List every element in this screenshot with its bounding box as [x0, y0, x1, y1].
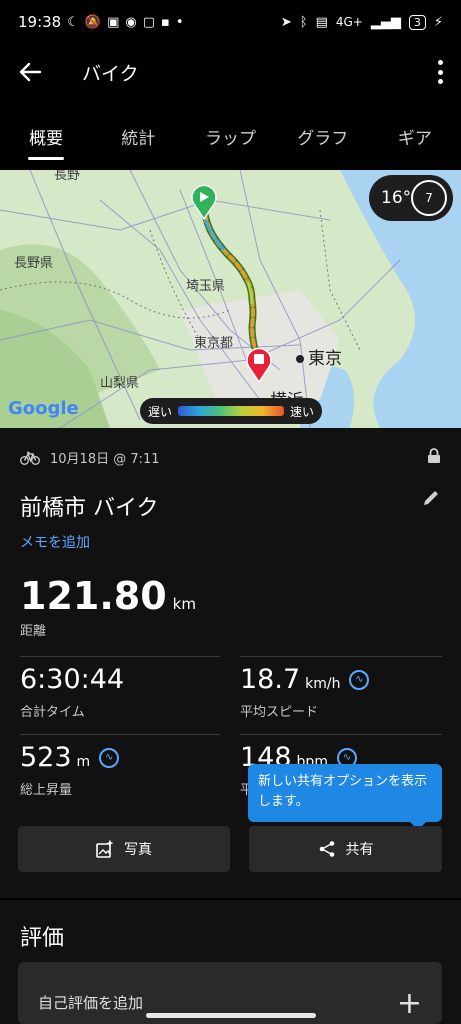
line-icon: ◉ — [125, 14, 137, 30]
more-dot-icon — [437, 79, 443, 84]
divider — [240, 734, 442, 735]
activity-date-row: 10月18日 @ 7:11 — [20, 448, 160, 467]
elevation-gain-value: 523 — [20, 742, 72, 773]
add-self-rating-label: 自己評価を追加 — [38, 994, 144, 1012]
total-time-label: 合計タイム — [20, 705, 85, 720]
tab-stats[interactable]: 統計 — [92, 108, 184, 164]
add-photo-icon — [96, 840, 113, 858]
app-icon: ▢ — [142, 14, 156, 30]
bluetooth-icon: ᛒ — [299, 14, 308, 30]
map-label-yamanashi: 山梨県 — [100, 376, 140, 391]
share-options-tooltip[interactable]: 新しい共有オプションを表示します。 — [248, 764, 442, 830]
bell-off-icon: 🔕 — [84, 14, 102, 30]
distance-label: 距離 — [20, 624, 47, 639]
speed-legend-fast: 速い — [289, 404, 314, 419]
status-bar: 19:38 ☾ 🔕 ▣ ◉ ▢ ▪ • ➤ ᛒ ▤ 4G+ ▂▄▆ 3 ⚡ — [0, 0, 461, 44]
weather-badge: 16° 7 — [369, 175, 453, 221]
activity-title: 前橋市 バイク — [20, 496, 159, 521]
speed-gradient-bar — [178, 406, 284, 416]
charging-icon: ⚡ — [433, 14, 443, 30]
plus-icon: + — [396, 986, 422, 1021]
save-icon: ▪ — [161, 14, 170, 30]
share-icon — [319, 841, 334, 857]
dot-icon: • — [175, 14, 184, 30]
pulse-icon[interactable]: ∿ — [99, 747, 120, 768]
tab-laps[interactable]: ラップ — [184, 108, 276, 164]
avg-speed-label: 平均スピード — [240, 705, 319, 720]
map-label-tokyo-to: 東京都 — [194, 336, 234, 351]
tab-graph[interactable]: グラフ — [277, 108, 369, 164]
distance-value: 121.80 — [20, 574, 167, 618]
temperature-value: 16° — [381, 188, 412, 208]
tab-bar: 概要 統計 ラップ グラフ ギア — [0, 108, 461, 164]
elevation-gain-stat: 523 m ∿ 総上昇量 — [20, 742, 120, 798]
activity-date: 10月18日 @ 7:11 — [50, 452, 160, 467]
distance-unit: km — [172, 595, 196, 613]
distance-stat: 121.80 km — [20, 574, 196, 618]
google-logo-text: Google — [8, 398, 79, 419]
end-pin-icon — [246, 347, 272, 383]
tab-gear[interactable]: ギア — [369, 108, 461, 164]
pulse-icon[interactable]: ∿ — [349, 669, 370, 690]
divider — [20, 734, 220, 735]
total-time-value: 6:30:44 — [20, 664, 125, 695]
speed-legend-slow: 遅い — [148, 404, 173, 419]
map-label-nagano-top: 長野 — [54, 170, 81, 183]
bike-icon — [20, 451, 40, 465]
photo-button-label: 写真 — [124, 842, 152, 858]
more-options-button[interactable] — [433, 56, 447, 88]
volte-icon: ▤ — [315, 14, 328, 30]
city-dot-icon — [296, 355, 304, 363]
map-label-tokyo: 東京 — [296, 344, 342, 369]
avg-speed-stat: 18.7 km/h ∿ 平均スピード — [240, 664, 370, 720]
avg-speed-unit: km/h — [305, 676, 341, 692]
wind-value: 7 — [425, 191, 433, 205]
page-title: バイク — [82, 62, 139, 85]
arrow-left-icon — [19, 62, 41, 82]
activity-summary: 10月18日 @ 7:11 前橋市 バイク メモを追加 121.80 km 距離… — [0, 428, 461, 898]
lock-icon[interactable] — [427, 448, 441, 464]
tab-overview[interactable]: 概要 — [0, 108, 92, 164]
total-time-stat: 6:30:44 合計タイム — [20, 664, 124, 720]
status-time: 19:38 — [18, 13, 62, 31]
app-bar: バイク — [0, 44, 461, 100]
map-label-tokyo-text: 東京 — [308, 349, 342, 369]
divider — [20, 656, 220, 657]
photo-button[interactable]: 写真 — [18, 826, 230, 872]
more-dot-icon — [437, 60, 443, 65]
route-map[interactable]: 長野 長野県 埼玉県 東京都 山梨県 東京 横浜 16° 7 Google 遅い… — [0, 170, 461, 428]
moon-icon: ☾ — [67, 14, 79, 30]
share-button[interactable]: 共有 — [249, 826, 442, 872]
location-icon: ➤ — [280, 14, 292, 30]
back-button[interactable] — [0, 44, 60, 100]
nfc-icon: ▣ — [107, 14, 120, 30]
rating-title: 評価 — [20, 926, 65, 951]
more-dot-icon — [437, 69, 443, 75]
map-label-saitama: 埼玉県 — [186, 279, 226, 294]
add-memo-link[interactable]: メモを追加 — [20, 532, 90, 552]
google-logo: Google — [8, 398, 79, 419]
network-type: 4G+ — [335, 15, 363, 29]
elevation-gain-label: 総上昇量 — [20, 783, 73, 798]
start-pin-icon — [191, 184, 217, 220]
edit-icon[interactable] — [421, 488, 441, 508]
share-button-label: 共有 — [345, 842, 374, 858]
rating-section: 評価 自己評価を追加 + — [0, 900, 461, 1024]
speed-legend: 遅い 速い — [140, 398, 322, 424]
home-indicator[interactable] — [146, 1013, 316, 1018]
divider — [240, 656, 442, 657]
wind-icon: 7 — [411, 180, 447, 216]
map-label-nagano: 長野県 — [14, 256, 54, 271]
battery-indicator: 3 — [408, 14, 426, 30]
elevation-gain-unit: m — [76, 754, 91, 770]
avg-speed-value: 18.7 — [240, 664, 301, 695]
signal-icon: ▂▄▆ — [370, 14, 401, 30]
